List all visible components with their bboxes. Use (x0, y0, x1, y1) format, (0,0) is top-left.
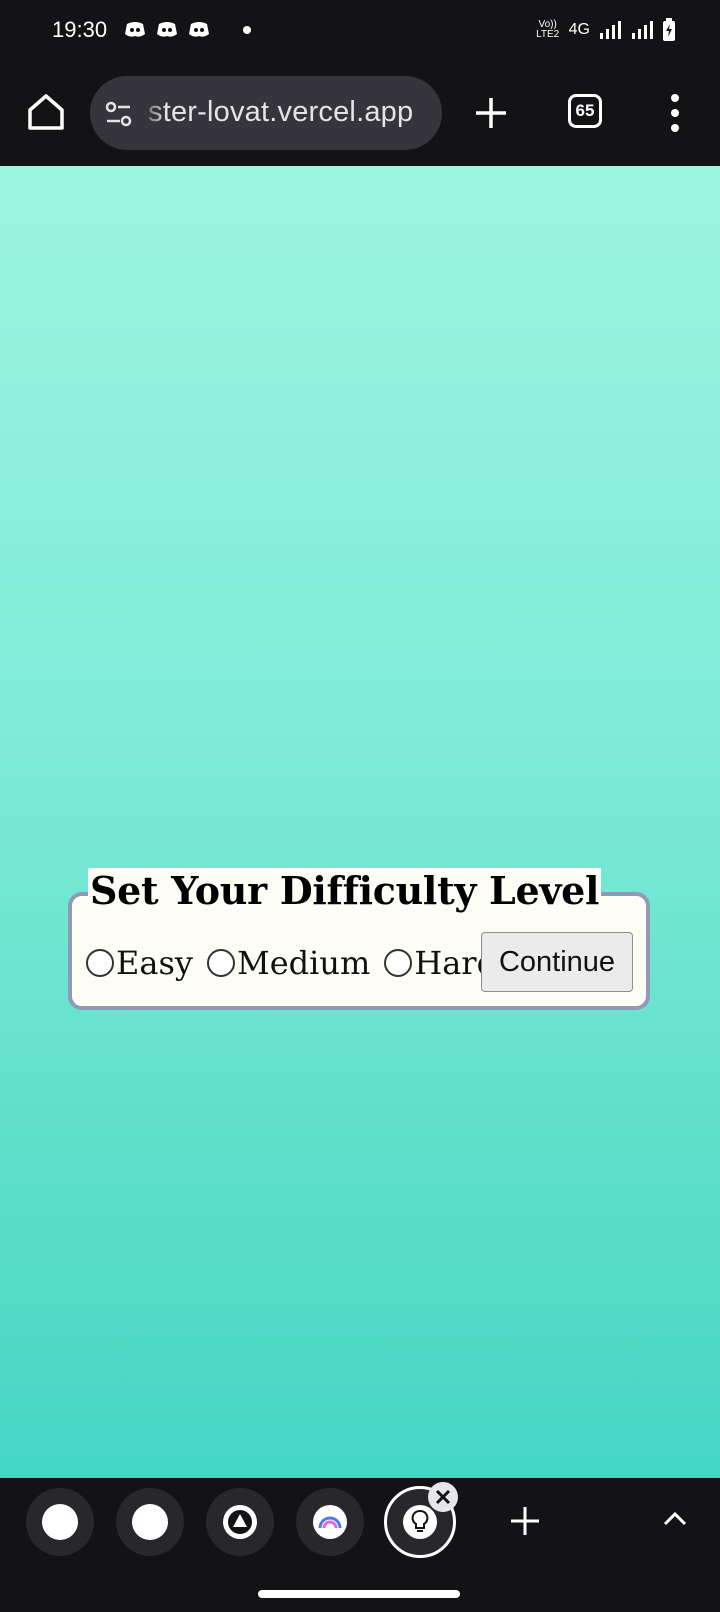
rainbow-app-icon (313, 1505, 347, 1539)
medium-label: Medium (236, 944, 371, 982)
browser-toolbar: ster-lovat.vercel.app 65 (0, 62, 720, 166)
clock: 19:30 (52, 17, 108, 42)
easy-radio[interactable] (86, 949, 114, 977)
tab-switcher-button[interactable]: 65 (568, 94, 602, 128)
url-fade (138, 76, 166, 150)
new-tab-icon[interactable] (470, 92, 512, 134)
network-type: 4G (568, 21, 590, 38)
add-icon[interactable] (508, 1504, 542, 1538)
volte-bottom-text: LTE2 (536, 29, 560, 40)
notification-dot-icon (243, 26, 251, 34)
app-shortcut-4[interactable] (296, 1488, 364, 1556)
bottom-app-bar (0, 1478, 720, 1612)
home-icon[interactable] (24, 90, 68, 134)
notification-icons (124, 20, 210, 40)
continue-button[interactable]: Continue (481, 932, 633, 992)
easy-label: Easy (116, 944, 193, 982)
app-icon-2 (132, 1504, 168, 1540)
home-indicator[interactable] (258, 1590, 460, 1598)
more-menu-icon[interactable] (665, 92, 685, 134)
volte-indicator: Vo)) LTE2 (535, 20, 561, 40)
discord-icon (157, 22, 177, 37)
hard-radio[interactable] (384, 949, 413, 977)
address-bar[interactable]: ster-lovat.vercel.app (90, 76, 442, 150)
medium-radio[interactable] (206, 949, 235, 977)
web-content: Set Your Difficulty Level Easy Medium Ha… (0, 166, 720, 1478)
url-text: ster-lovat.vercel.app (148, 96, 414, 128)
app-shortcut-1[interactable] (26, 1488, 94, 1556)
discord-icon (125, 22, 145, 37)
signal-icon (632, 21, 653, 39)
difficulty-options: Easy Medium Hard (86, 944, 511, 982)
difficulty-legend: Set Your Difficulty Level (88, 868, 602, 914)
app-icon-1 (42, 1504, 78, 1540)
site-settings-icon[interactable] (104, 100, 134, 128)
battery-icon (663, 18, 675, 41)
discord-icon (189, 22, 209, 37)
close-icon (435, 1489, 451, 1505)
chevron-up-icon[interactable] (662, 1508, 688, 1528)
close-badge[interactable] (428, 1482, 458, 1512)
status-bar: 19:30 Vo)) LTE2 4G (0, 0, 720, 62)
app-shortcut-2[interactable] (116, 1488, 184, 1556)
option-easy[interactable]: Easy (86, 944, 193, 982)
signal-icon (600, 21, 621, 39)
triangle-app-icon (223, 1505, 257, 1539)
option-medium[interactable]: Medium (206, 944, 371, 982)
system-icons: Vo)) LTE2 4G (535, 18, 676, 42)
app-shortcut-3[interactable] (206, 1488, 274, 1556)
